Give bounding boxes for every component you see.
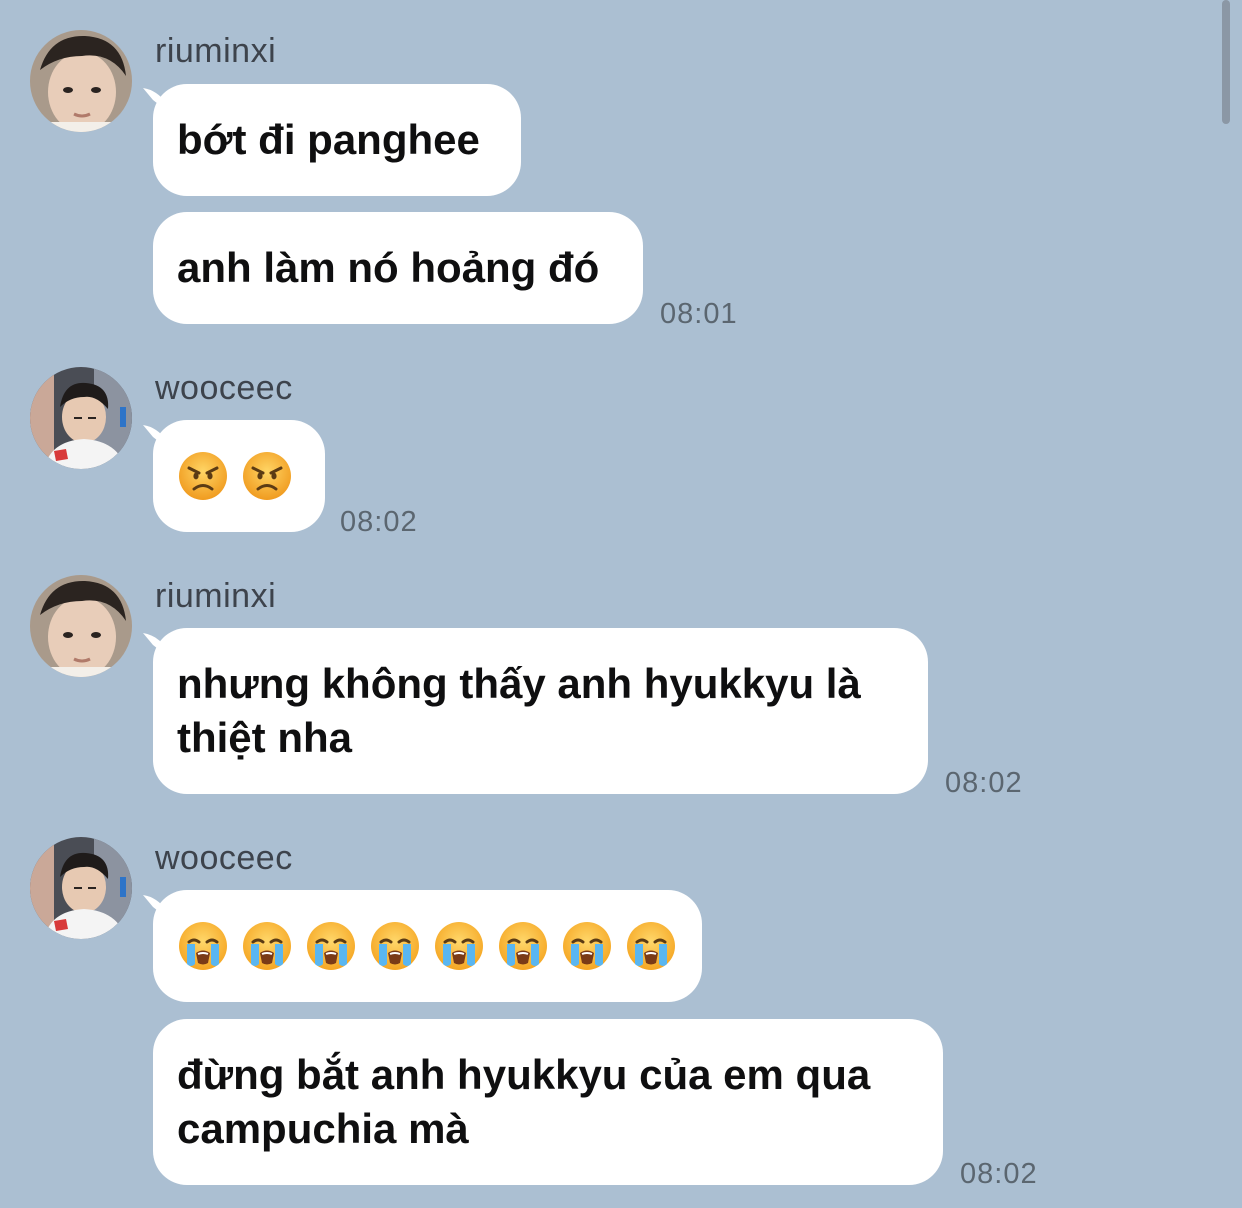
scrollbar[interactable] — [1222, 0, 1230, 124]
message-text: đừng bắt anh hyukkyu của em qua campuchi… — [177, 1051, 871, 1152]
loudly-crying-face-icon — [369, 920, 421, 972]
loudly-crying-face-icon — [177, 920, 229, 972]
message-timestamp: 08:02 — [960, 1158, 1038, 1190]
message-bubble[interactable] — [153, 890, 702, 1002]
message-timestamp: 08:01 — [660, 298, 738, 330]
avatar-image — [30, 837, 132, 939]
avatar-image — [30, 367, 132, 469]
message-text: bớt đi panghee — [177, 116, 480, 163]
sender-name: riuminxi — [155, 32, 277, 70]
avatar-wooceec[interactable] — [30, 837, 132, 939]
chat-window: riuminxi bớt đi panghee anh làm nó hoảng… — [0, 0, 1242, 1208]
message-text: anh làm nó hoảng đó — [177, 244, 600, 291]
angry-face-icon — [241, 450, 293, 502]
loudly-crying-face-icon — [497, 920, 549, 972]
message-bubble[interactable]: anh làm nó hoảng đó — [153, 212, 643, 324]
loudly-crying-face-icon — [625, 920, 677, 972]
message-text: nhưng không thấy anh hyukkyu là thiệt nh… — [177, 660, 861, 761]
message-timestamp: 08:02 — [340, 506, 418, 538]
sender-name: riuminxi — [155, 577, 277, 615]
emoji-row — [177, 920, 677, 972]
message-bubble[interactable]: bớt đi panghee — [153, 84, 521, 196]
message-bubble[interactable]: nhưng không thấy anh hyukkyu là thiệt nh… — [153, 628, 928, 794]
loudly-crying-face-icon — [305, 920, 357, 972]
avatar-image — [30, 575, 132, 677]
message-bubble[interactable]: đừng bắt anh hyukkyu của em qua campuchi… — [153, 1019, 943, 1185]
avatar-wooceec[interactable] — [30, 367, 132, 469]
message-bubble[interactable] — [153, 420, 325, 532]
loudly-crying-face-icon — [433, 920, 485, 972]
avatar-image — [30, 30, 132, 132]
loudly-crying-face-icon — [241, 920, 293, 972]
loudly-crying-face-icon — [561, 920, 613, 972]
sender-name: wooceec — [155, 369, 293, 407]
angry-face-icon — [177, 450, 229, 502]
emoji-row — [177, 450, 293, 502]
avatar-riuminxi[interactable] — [30, 575, 132, 677]
sender-name: wooceec — [155, 839, 293, 877]
avatar-riuminxi[interactable] — [30, 30, 132, 132]
message-timestamp: 08:02 — [945, 767, 1023, 799]
